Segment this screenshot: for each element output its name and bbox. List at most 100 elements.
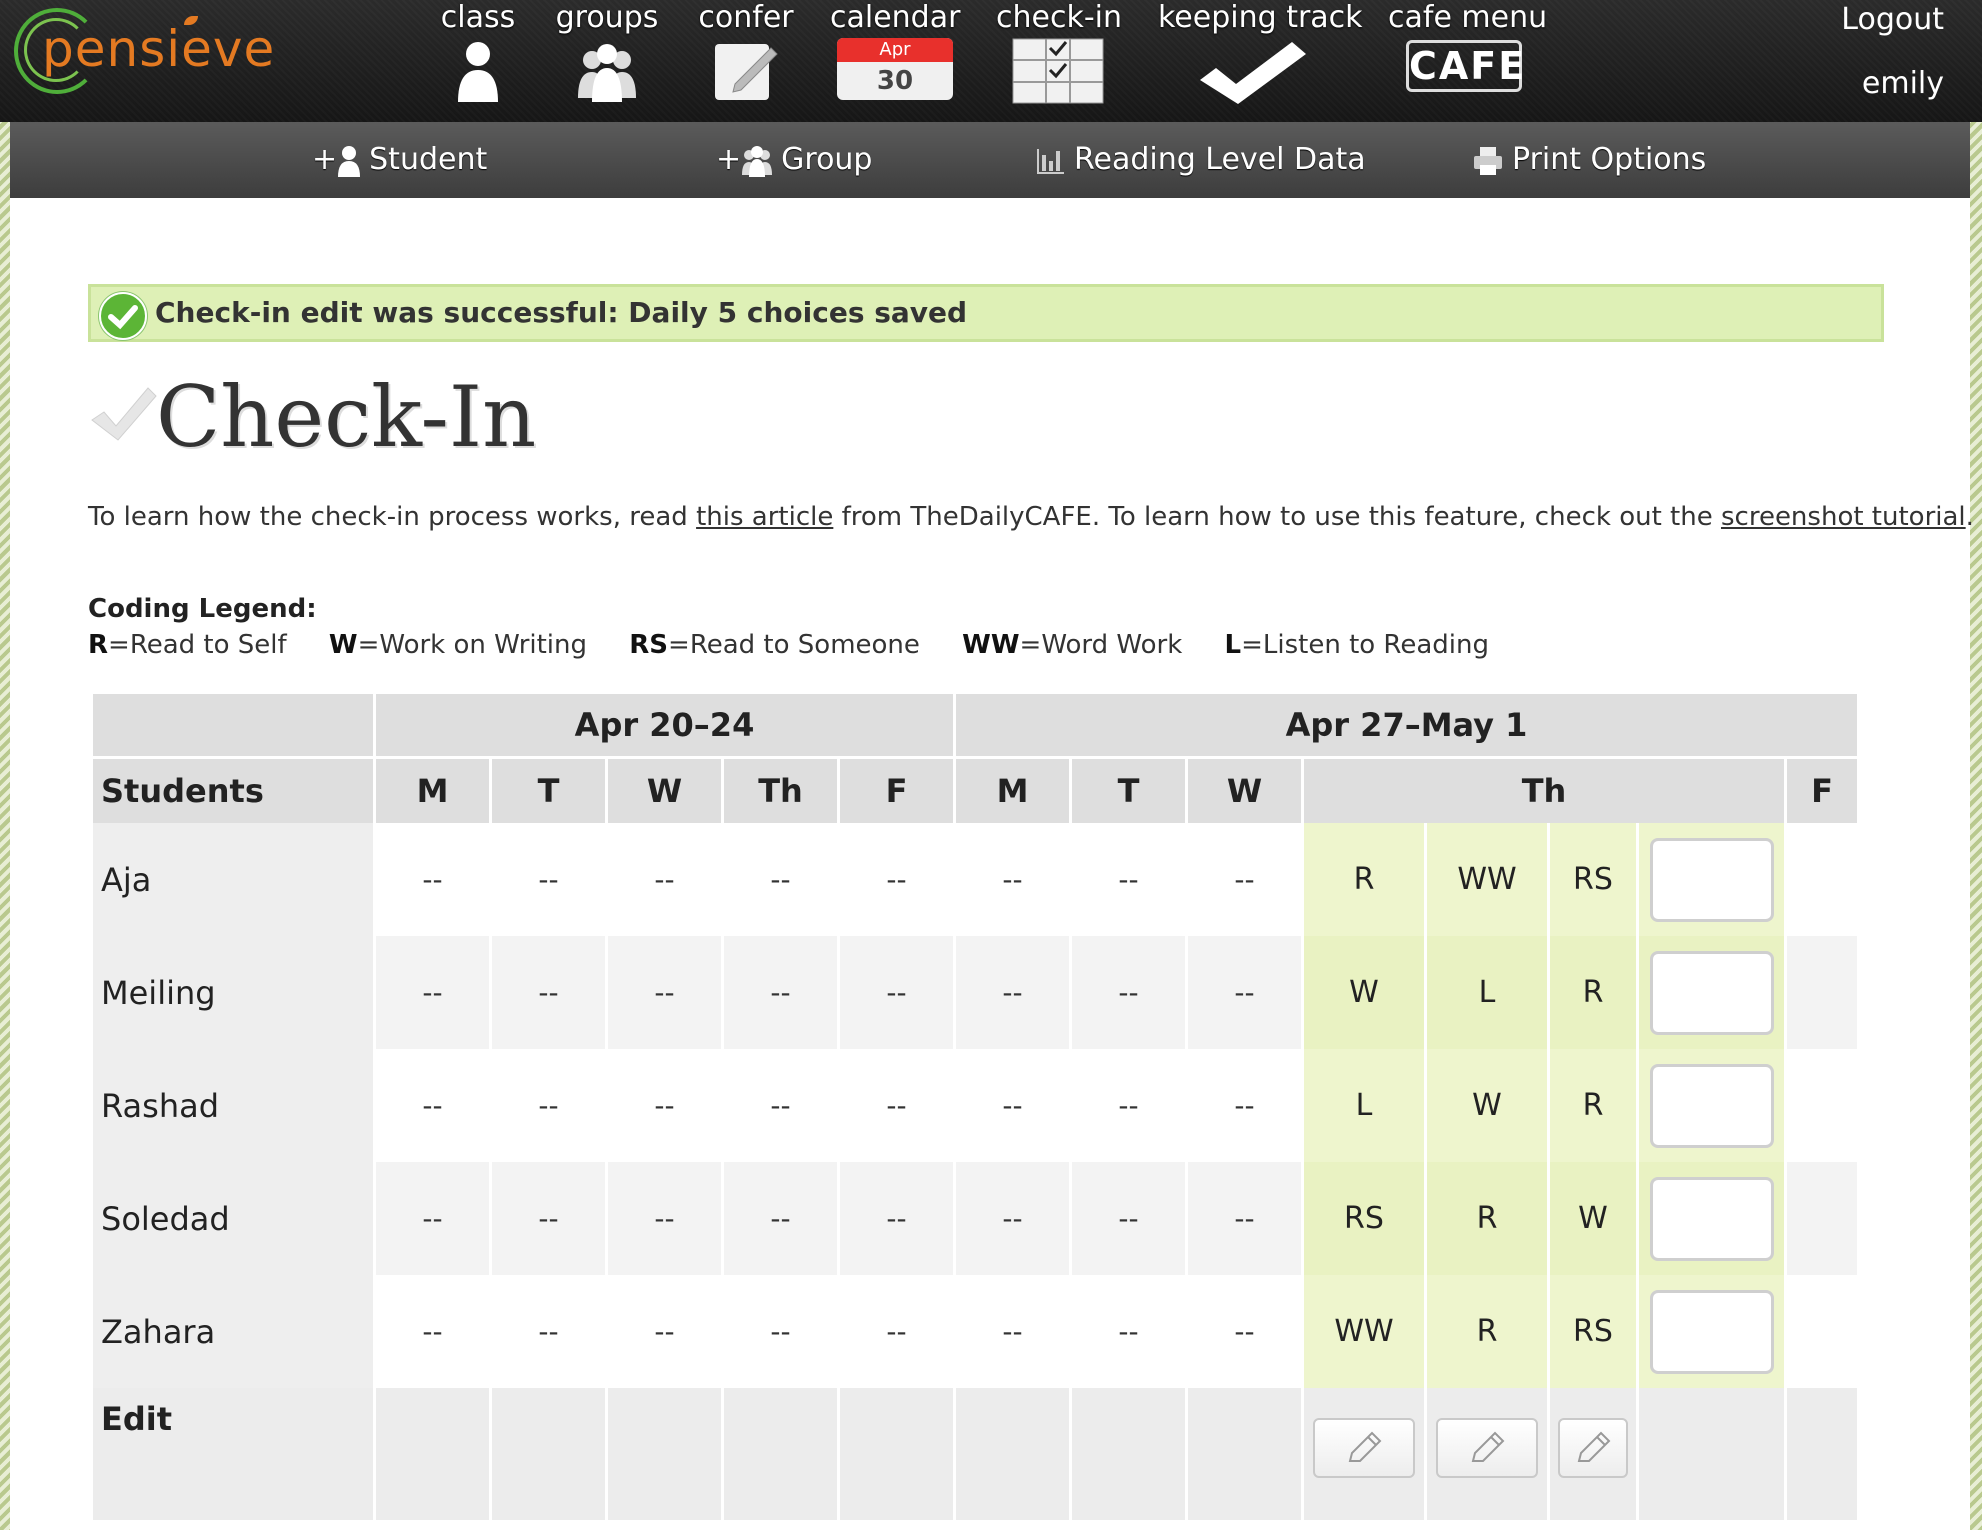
choice-input[interactable] <box>1649 1063 1774 1148</box>
nav-confer[interactable]: confer <box>696 0 796 110</box>
edit-pencil-button[interactable] <box>1436 1418 1538 1478</box>
intro-after: . <box>1965 502 1974 532</box>
empty-cell: -- <box>538 1315 559 1348</box>
edit-cell <box>1550 1388 1636 1520</box>
empty-cell: -- <box>1234 1089 1255 1122</box>
sub-navigation: + Student + Group Reading Level Data Print… <box>10 122 1970 200</box>
day-header: Th <box>724 756 837 823</box>
student-name[interactable]: Rashad <box>93 1049 373 1162</box>
day-header: T <box>1072 756 1185 823</box>
empty-cell: -- <box>608 1162 721 1275</box>
empty-cell: -- <box>886 1315 907 1348</box>
nav-calendar[interactable]: calendar Apr 30 <box>830 0 960 110</box>
empty-cell: -- <box>770 1315 791 1348</box>
pensieve-logo[interactable]: pensieve <box>14 8 284 98</box>
nav-cafe-menu[interactable]: cafe menu CAFE <box>1388 0 1547 110</box>
nav-label: class <box>440 0 516 35</box>
empty-cell: -- <box>492 936 605 1049</box>
empty-cell: -- <box>654 1315 675 1348</box>
plus-icon: + <box>312 142 338 177</box>
nav-keeping-track[interactable]: keeping track <box>1158 0 1363 110</box>
student-icon <box>458 42 498 102</box>
nav-check-in[interactable]: check-in <box>996 0 1123 110</box>
screenshot-tutorial-link[interactable]: screenshot tutorial <box>1721 502 1966 532</box>
choice-input[interactable] <box>1649 1176 1774 1261</box>
empty-cell: -- <box>376 1162 489 1275</box>
empty-cell: -- <box>422 863 443 896</box>
logout-link[interactable]: Logout <box>1841 0 1944 40</box>
day-header: T <box>492 756 605 823</box>
choice-input[interactable] <box>1649 950 1774 1035</box>
choice-cell: RS <box>1550 1275 1636 1388</box>
empty-cell: -- <box>422 1315 443 1348</box>
empty-cell: -- <box>1072 936 1185 1049</box>
table-row: Zahara -- -- -- -- -- -- -- -- WW R RS <box>93 1275 1857 1388</box>
nav-label: calendar <box>830 0 961 35</box>
legend-item: L=Listen to Reading <box>1224 630 1489 660</box>
edit-pencil-button[interactable] <box>1558 1418 1628 1478</box>
nav-groups[interactable]: groups <box>546 0 668 110</box>
plus-icon: + <box>716 142 742 177</box>
printer-icon <box>1474 146 1502 175</box>
choice-cell: R <box>1427 1275 1547 1388</box>
empty-cell: -- <box>492 1162 605 1275</box>
empty-cell: -- <box>654 863 675 896</box>
bar-chart-icon <box>1037 148 1064 174</box>
empty-edit-cell <box>1639 1388 1784 1520</box>
choice-input[interactable] <box>1649 837 1774 922</box>
empty-edit-cell <box>724 1388 837 1520</box>
coding-legend: R=Read to Self W=Work on Writing RS=Read… <box>88 630 1523 660</box>
choice-cell: WW <box>1304 1275 1424 1388</box>
empty-cell: -- <box>422 1089 443 1122</box>
choice-cell: RS <box>1550 823 1636 936</box>
friday-cell <box>1787 1275 1857 1388</box>
top-header: pensieve class groups confer calendar Ap… <box>0 0 1982 122</box>
empty-cell: -- <box>1234 1315 1255 1348</box>
empty-edit-cell <box>608 1388 721 1520</box>
empty-cell: -- <box>886 1089 907 1122</box>
table-row: Meiling -- -- -- -- -- -- -- -- W L R <box>93 936 1857 1049</box>
intro-middle: from TheDailyCAFE. To learn how to use t… <box>833 502 1721 532</box>
group-icon <box>742 145 773 177</box>
edit-pencil-button[interactable] <box>1313 1418 1415 1478</box>
sub-label: Group <box>781 142 873 177</box>
empty-cell: -- <box>956 1162 1069 1275</box>
add-student-button[interactable]: + Student <box>312 122 487 198</box>
student-name[interactable]: Zahara <box>93 1275 373 1388</box>
student-name[interactable]: Aja <box>93 823 373 936</box>
table-row: Rashad -- -- -- -- -- -- -- -- L W R <box>93 1049 1857 1162</box>
success-alert: Check-in edit was successful: Daily 5 ch… <box>88 284 1884 342</box>
nav-label: confer <box>698 0 794 35</box>
empty-cell: -- <box>1002 1089 1023 1122</box>
empty-cell: -- <box>654 1089 675 1122</box>
week-header: Apr 27–May 1 <box>956 694 1857 756</box>
student-name[interactable]: Meiling <box>93 936 373 1049</box>
day-header: Th <box>1304 756 1784 823</box>
edit-cell <box>1427 1388 1547 1520</box>
nav-class[interactable]: class <box>430 0 526 110</box>
calendar-icon: Apr 30 <box>837 38 953 100</box>
check-in-table: Apr 20–24 Apr 27–May 1 Students M T W Th… <box>90 694 1860 1520</box>
reading-level-data-button[interactable]: Reading Level Data <box>1036 122 1366 198</box>
empty-cell: -- <box>1118 1315 1139 1348</box>
empty-cell: -- <box>724 936 837 1049</box>
student-icon <box>338 145 361 177</box>
choice-cell: R <box>1550 1049 1636 1162</box>
empty-edit-cell <box>1072 1388 1185 1520</box>
day-header: W <box>1188 756 1301 823</box>
calendar-month: Apr <box>837 38 953 62</box>
choice-input-cell <box>1639 1275 1784 1388</box>
logo-text: pensieve <box>42 20 276 78</box>
friday-cell <box>1787 936 1857 1049</box>
add-group-button[interactable]: + Group <box>716 122 872 198</box>
print-options-button[interactable]: Print Options <box>1472 122 1706 198</box>
nav-label: check-in <box>996 0 1123 35</box>
empty-cell: -- <box>1072 1162 1185 1275</box>
friday-cell <box>1787 1162 1857 1275</box>
choice-cell: R <box>1550 936 1636 1049</box>
friday-cell <box>1787 823 1857 936</box>
student-name[interactable]: Soledad <box>93 1162 373 1275</box>
choice-input[interactable] <box>1649 1289 1774 1374</box>
empty-cell: -- <box>840 1162 953 1275</box>
this-article-link[interactable]: this article <box>696 502 833 532</box>
